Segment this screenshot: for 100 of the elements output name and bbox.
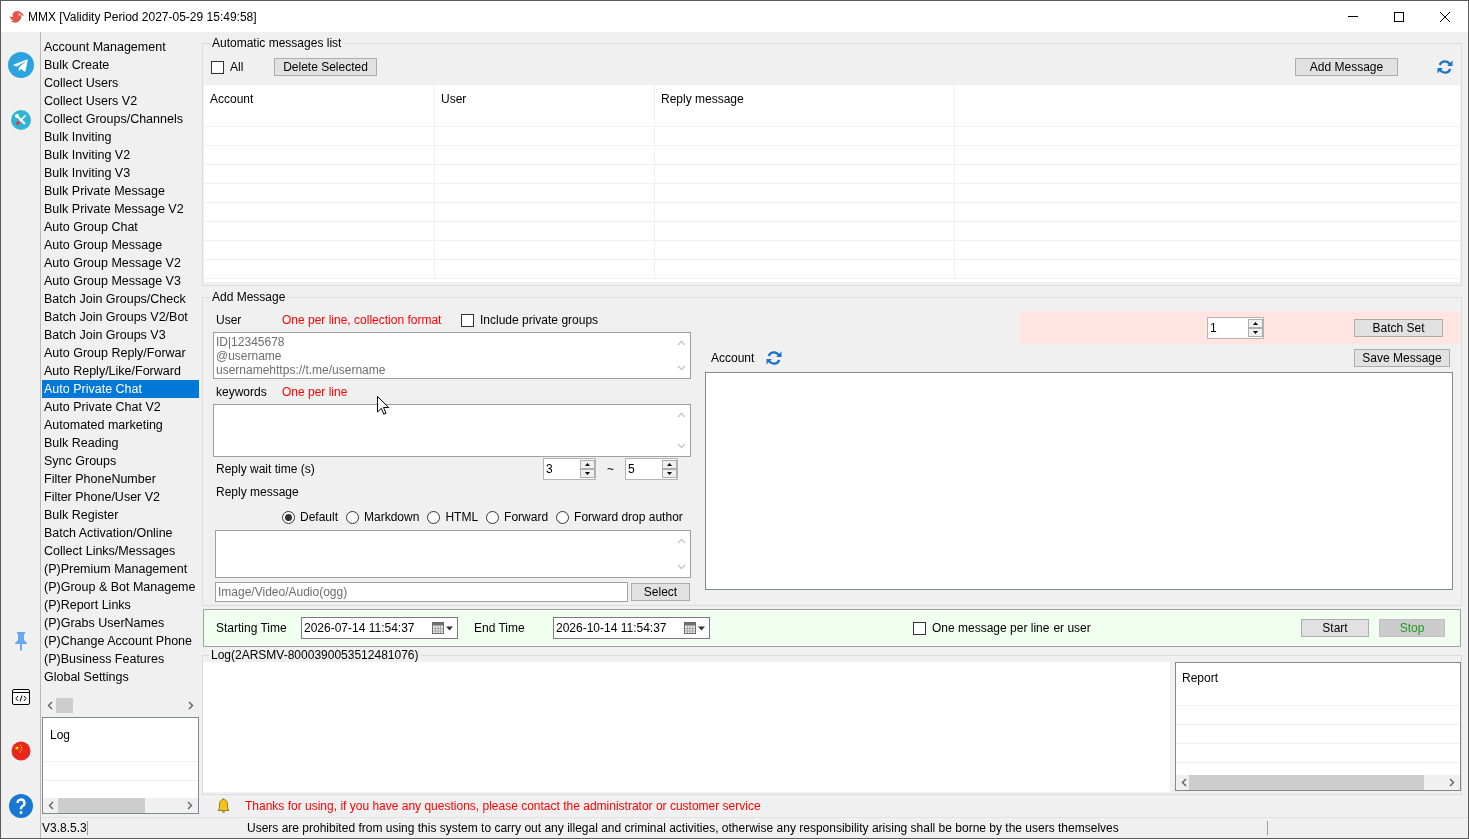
save-message-button[interactable]: Save Message — [1354, 349, 1450, 367]
sidebar-item[interactable]: Collect Users — [42, 74, 199, 92]
window-title: MMX [Validity Period 2027-05-29 15:49:58] — [28, 8, 257, 26]
sidebar-item[interactable]: (P)Grabs UserNames — [42, 614, 199, 632]
sidebar-item[interactable]: Global Settings — [42, 668, 199, 686]
horizontal-scrollbar[interactable] — [43, 798, 198, 813]
hint-text: One per line, collection format — [282, 313, 442, 327]
radio-button[interactable] — [427, 510, 441, 524]
paper-plane-icon[interactable] — [7, 52, 34, 78]
sidebar-item[interactable]: Account Management — [42, 38, 199, 56]
delete-selected-button[interactable]: Delete Selected — [274, 58, 377, 76]
column-header: Report — [1182, 671, 1219, 685]
bell-icon — [217, 797, 230, 815]
sidebar-item[interactable]: Auto Group Reply/Forwar — [42, 344, 199, 362]
radio-label[interactable]: Forward drop author — [574, 508, 683, 526]
checkbox-label[interactable]: All — [230, 58, 244, 76]
option-label: er user — [1053, 620, 1091, 637]
sidebar-item[interactable]: (P)Change Account Phone — [42, 632, 199, 650]
radio-label[interactable]: HTML — [445, 508, 479, 526]
sidebar-item[interactable]: Filter PhoneNumber — [42, 470, 199, 488]
spin-arrows-icon[interactable] — [662, 460, 677, 478]
sidebar-item[interactable]: (P)Group & Bot Manageme — [42, 578, 199, 596]
sidebar-item[interactable]: Bulk Reading — [42, 434, 199, 452]
spin-arrows-icon[interactable] — [580, 460, 595, 478]
checkbox-label[interactable]: One message per line — [932, 619, 1050, 637]
radio-button[interactable] — [486, 510, 500, 524]
horizontal-scrollbar[interactable] — [1176, 775, 1460, 790]
sidebar-item[interactable]: Batch Join Groups/Check — [42, 290, 199, 308]
spin-arrows-icon[interactable] — [1248, 318, 1263, 337]
sidebar-item[interactable]: (P)Business Features — [42, 650, 199, 668]
sidebar-item[interactable]: Bulk Private Message V2 — [42, 200, 199, 218]
sidebar-item[interactable]: Bulk Inviting V2 — [42, 146, 199, 164]
scroll-right-icon[interactable] — [1449, 778, 1455, 787]
media-path-field[interactable]: Image/Video/Audio(ogg) — [215, 582, 628, 602]
column-header: Reply message — [661, 92, 744, 106]
sidebar-item[interactable]: Sync Groups — [42, 452, 199, 470]
sidebar-item[interactable]: (P)Premium Management — [42, 560, 199, 578]
scroll-left-icon[interactable] — [1181, 778, 1187, 787]
report-list[interactable]: Report — [1175, 662, 1461, 791]
help-icon[interactable] — [8, 794, 33, 818]
tools-icon[interactable] — [10, 110, 31, 130]
sidebar-item[interactable]: Auto Reply/Like/Forward — [42, 362, 199, 380]
refresh-icon[interactable] — [1437, 59, 1453, 75]
sidebar-item[interactable]: Bulk Create — [42, 56, 199, 74]
status-message: Users are prohibited from using this system to carry out any illegal and criminal activities, otherwise any responsibility arising shall be borne by the users themselves — [247, 820, 1119, 837]
radio-button[interactable] — [282, 510, 295, 524]
sidebar-item[interactable]: Automated marketing — [42, 416, 199, 434]
sidebar-item[interactable]: Auto Group Message V2 — [42, 254, 199, 272]
sidebar-item[interactable]: (P)Report Links — [42, 596, 199, 614]
checkbox-label[interactable]: Include private groups — [480, 311, 599, 329]
refresh-icon[interactable] — [766, 350, 783, 366]
sidebar-item[interactable]: Filter Phone/User V2 — [42, 488, 199, 506]
radio-button[interactable] — [346, 510, 360, 524]
sidebar-item[interactable]: Batch Join Groups V3 — [42, 326, 199, 344]
sidebar-item[interactable]: Auto Group Message V3 — [42, 272, 199, 290]
sidebar-item[interactable]: Auto Group Chat — [42, 218, 199, 236]
date-time-field[interactable]: 2026-07-14 11:54:37 — [301, 617, 458, 639]
log-list[interactable]: Log — [42, 717, 199, 814]
flag-icon[interactable] — [10, 741, 31, 761]
add-message-button[interactable]: Add Message — [1295, 58, 1398, 76]
sidebar-item[interactable]: Auto Private Chat V2 — [42, 398, 199, 416]
checkbox[interactable] — [913, 621, 926, 635]
scroll-right-icon[interactable] — [188, 701, 194, 710]
sidebar-item[interactable]: Bulk Private Message — [42, 182, 199, 200]
radio-label[interactable]: Forward — [504, 508, 549, 526]
calendar-dropdown-icon[interactable] — [684, 622, 706, 634]
checkbox[interactable] — [461, 313, 474, 327]
sidebar-item[interactable]: Collect Users V2 — [42, 92, 199, 110]
batch-set-button[interactable]: Batch Set — [1354, 318, 1443, 337]
sidebar-item[interactable]: Collect Links/Messages — [42, 542, 199, 560]
sidebar-item[interactable]: Bulk Inviting — [42, 128, 199, 146]
maximize-icon — [1394, 11, 1404, 22]
scroll-left-icon[interactable] — [48, 801, 54, 810]
scrollbar-thumb[interactable] — [58, 798, 145, 813]
mouse-pointer-icon — [377, 396, 389, 415]
calendar-dropdown-icon[interactable] — [432, 622, 454, 634]
select-button[interactable]: Select — [631, 583, 690, 601]
scrollbar-thumb[interactable] — [56, 698, 73, 713]
date-time-field[interactable]: 2026-10-14 11:54:37 — [553, 617, 710, 639]
sidebar-item[interactable]: Bulk Register — [42, 506, 199, 524]
radio-label[interactable]: Markdown — [364, 508, 420, 526]
column-header: User — [441, 92, 467, 106]
sidebar-item[interactable]: Batch Activation/Online — [42, 524, 199, 542]
sidebar-item[interactable]: Auto Group Message — [42, 236, 199, 254]
checkbox[interactable] — [211, 60, 224, 74]
scroll-left-icon[interactable] — [47, 701, 53, 710]
pin-icon[interactable] — [13, 631, 28, 651]
radio-button[interactable] — [556, 510, 570, 524]
radio-label[interactable]: Default — [300, 508, 339, 526]
scroll-right-icon[interactable] — [187, 801, 193, 810]
sidebar-item[interactable]: Collect Groups/Channels — [42, 110, 199, 128]
sidebar-item[interactable]: Batch Join Groups V2/Bot — [42, 308, 199, 326]
code-window-icon[interactable] — [11, 689, 30, 705]
sidebar-item[interactable]: Auto Private Chat — [42, 380, 199, 398]
range-separator: ~ — [607, 461, 614, 478]
app-logo-icon — [10, 9, 25, 24]
sidebar-item[interactable]: Bulk Inviting V3 — [42, 164, 199, 182]
field-label: Reply message — [216, 484, 299, 501]
action-button[interactable]: Start — [1301, 619, 1369, 637]
scrollbar-thumb[interactable] — [1189, 775, 1424, 790]
